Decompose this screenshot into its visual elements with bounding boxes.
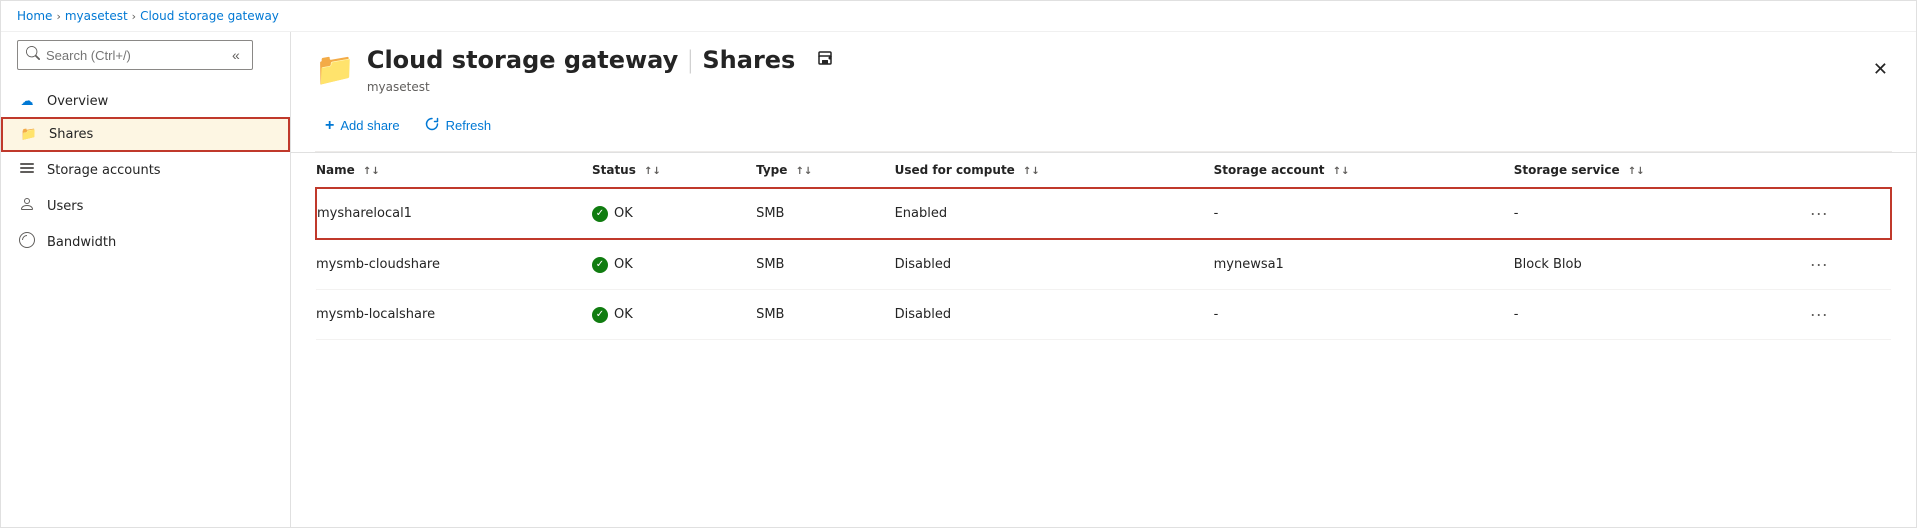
resource-folder-icon: 📁 [315, 53, 355, 85]
breadcrumb: Home › myasetest › Cloud storage gateway [1, 1, 1916, 32]
col-used-compute: Used for compute ↑↓ [895, 153, 1214, 188]
close-button[interactable]: ✕ [1869, 55, 1892, 84]
table-header-row: Name ↑↓ Status ↑↓ Type ↑↓ [316, 153, 1891, 188]
sort-type-icon[interactable]: ↑↓ [796, 166, 813, 177]
cell-name: mysmb-localshare [316, 290, 592, 340]
col-status: Status ↑↓ [592, 153, 756, 188]
status-ok-icon [592, 206, 608, 222]
table-row[interactable]: mysharelocal1OKSMBEnabled--··· [316, 188, 1891, 239]
sidebar-item-storage-label: Storage accounts [47, 163, 161, 178]
cell-storage-account: - [1214, 188, 1514, 239]
status-ok-icon [592, 257, 608, 273]
cell-storage-account: mynewsa1 [1214, 239, 1514, 290]
sort-compute-icon[interactable]: ↑↓ [1023, 166, 1040, 177]
col-actions [1804, 153, 1891, 188]
collapse-sidebar-button[interactable]: « [228, 45, 244, 65]
content-body: Name ↑↓ Status ↑↓ Type ↑↓ [291, 153, 1916, 527]
col-type: Type ↑↓ [756, 153, 895, 188]
sort-storage-service-icon[interactable]: ↑↓ [1628, 166, 1645, 177]
folder-icon: 📁 [19, 127, 39, 142]
header-top: 📁 Cloud storage gateway | Shares [315, 44, 1892, 94]
breadcrumb-home[interactable]: Home [17, 9, 52, 23]
breadcrumb-sep-2: › [132, 10, 136, 23]
cell-type: SMB [756, 290, 895, 340]
cell-used-compute: Enabled [895, 188, 1214, 239]
sidebar: « ☁ Overview 📁 Shares [1, 32, 291, 527]
sidebar-nav: ☁ Overview 📁 Shares Storage ac [1, 86, 290, 527]
sort-storage-account-icon[interactable]: ↑↓ [1333, 166, 1350, 177]
cell-type: SMB [756, 239, 895, 290]
sort-status-icon[interactable]: ↑↓ [644, 166, 661, 177]
cell-storage-service: - [1514, 290, 1804, 340]
bandwidth-icon [17, 232, 37, 252]
search-box[interactable]: « [17, 40, 253, 70]
breadcrumb-current: Cloud storage gateway [140, 9, 279, 23]
page-section: Shares [702, 46, 795, 74]
col-storage-service: Storage service ↑↓ [1514, 153, 1804, 188]
row-more-button[interactable]: ··· [1804, 302, 1834, 327]
cell-name: mysmb-cloudshare [316, 239, 592, 290]
sort-name-icon[interactable]: ↑↓ [363, 166, 380, 177]
row-more-button[interactable]: ··· [1804, 201, 1834, 226]
print-button[interactable] [811, 44, 839, 78]
cell-type: SMB [756, 188, 895, 239]
content-header: 📁 Cloud storage gateway | Shares [291, 32, 1916, 153]
toolbar: + Add share Refresh [315, 98, 1892, 152]
header-subtitle: myasetest [367, 80, 840, 94]
breadcrumb-myasetest[interactable]: myasetest [65, 9, 128, 23]
sidebar-item-overview-label: Overview [47, 94, 108, 109]
add-share-label: Add share [340, 118, 399, 133]
col-name: Name ↑↓ [316, 153, 592, 188]
cell-storage-service: Block Blob [1514, 239, 1804, 290]
refresh-icon [424, 116, 440, 135]
sidebar-item-users-label: Users [47, 199, 83, 214]
cell-storage-service: - [1514, 188, 1804, 239]
add-share-button[interactable]: + Add share [315, 111, 410, 141]
cell-status: OK [592, 188, 756, 239]
cloud-icon: ☁ [17, 94, 37, 109]
sidebar-item-storage-accounts[interactable]: Storage accounts [1, 152, 290, 188]
title-separator: | [686, 46, 694, 74]
cell-actions: ··· [1804, 290, 1891, 340]
page-title: Cloud storage gateway [367, 46, 678, 74]
sidebar-item-overview[interactable]: ☁ Overview [1, 86, 290, 117]
refresh-button[interactable]: Refresh [414, 110, 502, 141]
breadcrumb-sep-1: › [56, 10, 60, 23]
cell-status: OK [592, 290, 756, 340]
storage-icon [17, 160, 37, 180]
cell-storage-account: - [1214, 290, 1514, 340]
sidebar-item-shares[interactable]: 📁 Shares [1, 117, 290, 152]
cell-used-compute: Disabled [895, 239, 1214, 290]
row-more-button[interactable]: ··· [1804, 252, 1834, 277]
content-area: 📁 Cloud storage gateway | Shares [291, 32, 1916, 527]
shares-table: Name ↑↓ Status ↑↓ Type ↑↓ [315, 153, 1892, 340]
refresh-label: Refresh [446, 118, 492, 133]
search-icon [26, 46, 40, 64]
sidebar-item-users[interactable]: Users [1, 188, 290, 224]
sidebar-item-bandwidth[interactable]: Bandwidth [1, 224, 290, 260]
table-row[interactable]: mysmb-cloudshareOKSMBDisabledmynewsa1Blo… [316, 239, 1891, 290]
users-icon [17, 196, 37, 216]
header-title-row: 📁 Cloud storage gateway | Shares [315, 44, 839, 94]
sidebar-item-bandwidth-label: Bandwidth [47, 235, 116, 250]
cell-name: mysharelocal1 [316, 188, 592, 239]
cell-actions: ··· [1804, 188, 1891, 239]
add-icon: + [325, 117, 334, 135]
sidebar-item-shares-label: Shares [49, 127, 93, 142]
search-input[interactable] [46, 48, 222, 63]
table-row[interactable]: mysmb-localshareOKSMBDisabled--··· [316, 290, 1891, 340]
cell-actions: ··· [1804, 239, 1891, 290]
cell-status: OK [592, 239, 756, 290]
status-ok-icon [592, 307, 608, 323]
cell-used-compute: Disabled [895, 290, 1214, 340]
col-storage-account: Storage account ↑↓ [1214, 153, 1514, 188]
